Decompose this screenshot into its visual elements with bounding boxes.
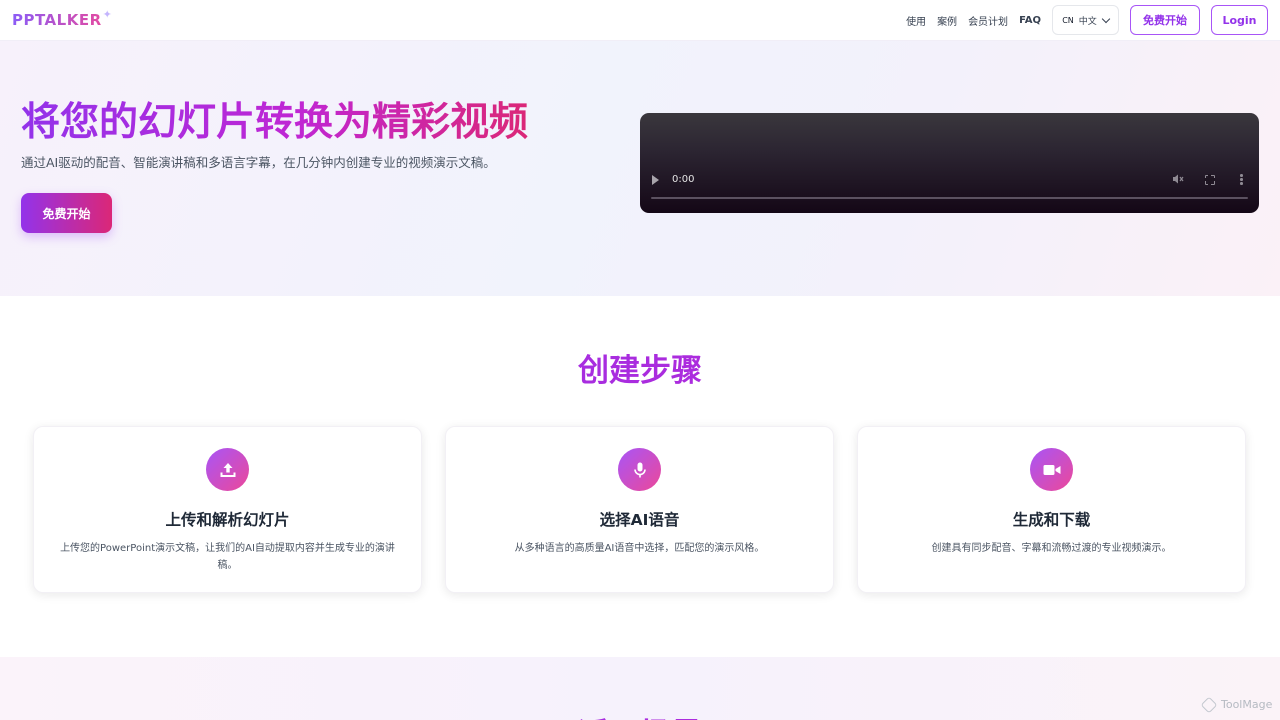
microphone-icon: [618, 448, 661, 491]
logo-text: PPTALKER: [12, 11, 102, 29]
chevron-down-icon: [1101, 14, 1111, 23]
step-card-title: 上传和解析幻灯片: [165, 511, 290, 529]
hero-subtitle: 通过AI驱动的配音、智能演讲稿和多语言字幕，在几分钟内创建专业的视频演示文稿。: [21, 155, 496, 170]
step-card-title: 选择AI语音: [599, 511, 680, 529]
logo[interactable]: PPTALKER ✦: [12, 7, 113, 29]
hero-free-start-button[interactable]: 免费开始: [21, 193, 112, 233]
upload-icon: [206, 448, 249, 491]
step-card-generate: 生成和下载 创建具有同步配音、字幕和流畅过渡的专业视频演示。: [857, 426, 1246, 593]
nav-link-usage[interactable]: 使用: [906, 13, 926, 28]
mute-icon[interactable]: [1172, 173, 1184, 188]
language-select[interactable]: CN 中文: [1052, 5, 1119, 35]
steps-cards: 上传和解析幻灯片 上传您的PowerPoint演示文稿，让我们的AI自动提取内容…: [33, 426, 1247, 593]
steps-title: 创建步骤: [0, 345, 1280, 390]
fullscreen-icon[interactable]: [1204, 174, 1215, 185]
step-card-description: 上传您的PowerPoint演示文稿，让我们的AI自动提取内容并生成专业的演讲稿…: [60, 543, 395, 571]
more-options-icon[interactable]: [1240, 174, 1243, 186]
step-card-title: 生成和下载: [1012, 511, 1091, 529]
language-code: CN: [1062, 15, 1074, 25]
hero-title: 将您的幻灯片转换为精彩视频: [21, 91, 528, 147]
use-cases-section: 适用场景: [0, 657, 1280, 720]
login-button[interactable]: Login: [1211, 5, 1268, 35]
nav-link-pricing[interactable]: 会员计划: [968, 13, 1008, 28]
video-progress-bar[interactable]: [651, 197, 1248, 199]
watermark-text: ToolMage: [1221, 698, 1273, 711]
main-nav: 使用 案例 会员计划 FAQ CN 中文 免费开始 Login: [906, 5, 1268, 35]
nav-link-faq[interactable]: FAQ: [1019, 15, 1041, 26]
free-start-button[interactable]: 免费开始: [1130, 5, 1200, 35]
top-header: PPTALKER ✦ 使用 案例 会员计划 FAQ CN 中文 免费开始 Log…: [0, 0, 1280, 41]
hero-section: 将您的幻灯片转换为精彩视频 通过AI驱动的配音、智能演讲稿和多语言字幕，在几分钟…: [0, 41, 1280, 296]
step-card-upload: 上传和解析幻灯片 上传您的PowerPoint演示文稿，让我们的AI自动提取内容…: [33, 426, 422, 593]
watermark-logo-icon: [1200, 696, 1218, 713]
sparkle-icon: ✦: [102, 7, 113, 21]
step-card-voice: 选择AI语音 从多种语言的高质量AI语音中选择，匹配您的演示风格。: [445, 426, 834, 593]
language-label: 中文: [1078, 16, 1097, 27]
video-player[interactable]: 0:00: [640, 113, 1259, 213]
use-cases-title: 适用场景: [0, 709, 1280, 720]
video-camera-icon: [1030, 448, 1073, 491]
play-icon[interactable]: [652, 175, 659, 185]
step-card-description: 创建具有同步配音、字幕和流畅过渡的专业视频演示。: [931, 543, 1172, 554]
video-time: 0:00: [672, 174, 695, 185]
watermark: ToolMage: [1200, 696, 1273, 713]
step-card-description: 从多种语言的高质量AI语音中选择，匹配您的演示风格。: [514, 543, 765, 554]
nav-link-cases[interactable]: 案例: [937, 13, 957, 28]
